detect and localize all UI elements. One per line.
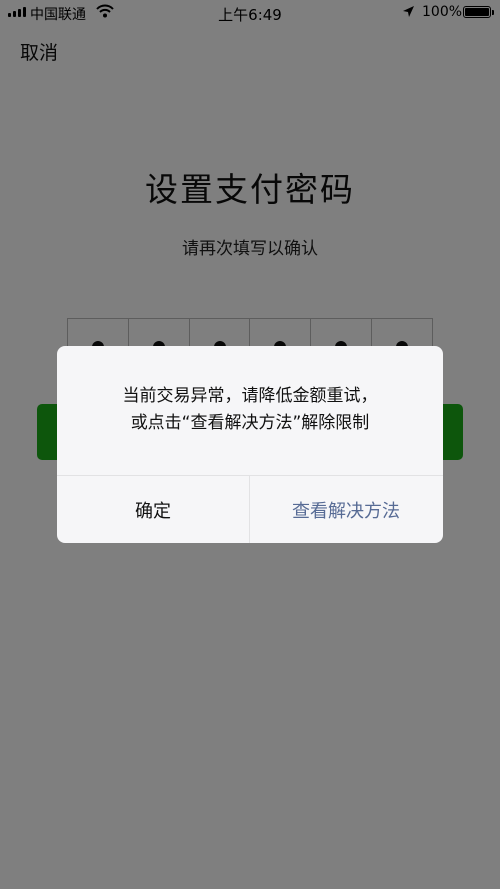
dialog-message-line: 或点击“查看解决方法”解除限制 [130, 413, 370, 433]
dialog-message: 当前交易异常，请降低金额重试， 或点击“查看解决方法”解除限制 [57, 383, 443, 437]
dialog-message-line: 当前交易异常，请降低金额重试， [122, 386, 378, 406]
alert-dialog: 当前交易异常，请降低金额重试， 或点击“查看解决方法”解除限制 确定 查看解决方… [57, 346, 443, 543]
ok-button[interactable]: 确定 [57, 476, 249, 543]
view-solution-button[interactable]: 查看解决方法 [250, 476, 442, 543]
